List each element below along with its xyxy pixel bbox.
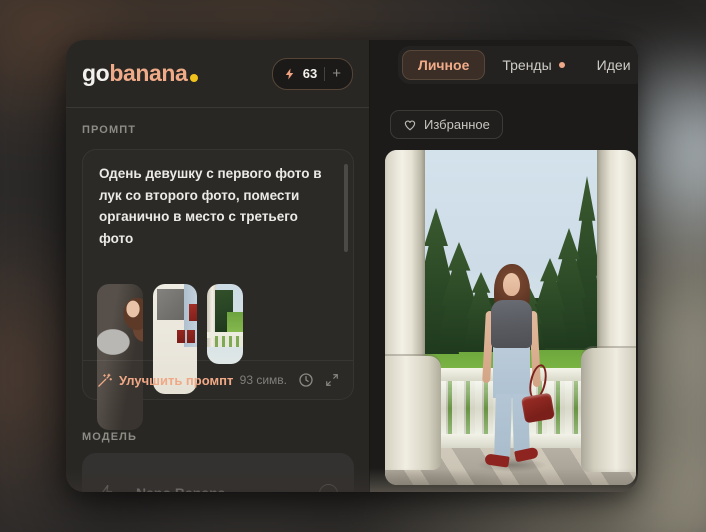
gallery-panel: Личное Тренды Идеи Избранное [370, 40, 638, 492]
gallery-tabs: Личное Тренды Идеи [398, 46, 638, 84]
trends-notification-dot [559, 62, 565, 68]
model-name: Nano Banana [136, 485, 225, 492]
header: gobanana 63 + [66, 40, 369, 108]
column-left [385, 150, 425, 362]
credits-divider [324, 67, 325, 81]
prompt-textarea[interactable]: Одень девушку с первого фото в лук со вт… [99, 163, 327, 249]
prompt-scrollbar[interactable] [344, 164, 348, 252]
prompt-section-label: ПРОМПТ [82, 124, 136, 136]
improve-prompt-label: Улучшить промпт [119, 373, 233, 388]
red-handbag [521, 393, 555, 424]
favorites-label: Избранное [424, 117, 490, 132]
person-leg-left [494, 394, 512, 458]
model-option-nano-banana[interactable]: Nano Banana [82, 453, 354, 492]
composer-panel: gobanana 63 + ПРОМПТ Одень девушку с пер… [66, 40, 370, 492]
tab-ideas[interactable]: Идеи [582, 51, 638, 79]
prompt-card: Одень девушку с первого фото в лук со вт… [82, 149, 354, 400]
heart-icon [403, 118, 417, 131]
tab-personal[interactable]: Личное [402, 50, 485, 80]
tab-personal-label: Личное [418, 57, 469, 73]
column-right-base [581, 348, 636, 472]
column-left-base [385, 356, 441, 470]
prompt-footer: Улучшить промпт 93 симв. [83, 361, 353, 399]
person-face [503, 273, 520, 296]
attachment-thumbnail-selfie[interactable] [97, 284, 143, 430]
tab-trends[interactable]: Тренды [487, 51, 579, 79]
logo-dot [190, 74, 198, 82]
lightning-icon [284, 67, 296, 81]
app-logo: gobanana [82, 60, 198, 87]
credits-pill[interactable]: 63 + [272, 58, 353, 90]
logo-prefix: go [82, 60, 109, 87]
column-right [597, 150, 636, 355]
expand-icon[interactable] [325, 373, 339, 387]
tab-trends-label: Тренды [502, 57, 551, 73]
char-count: 93 симв. [240, 373, 287, 387]
tab-ideas-label: Идеи [597, 57, 631, 73]
result-photo[interactable] [385, 150, 636, 485]
history-clock-icon[interactable] [298, 372, 314, 388]
attachment-thumbnail-location[interactable] [207, 284, 243, 364]
lightning-outline-icon [98, 483, 116, 492]
model-section-label: МОДЕЛЬ [82, 431, 137, 443]
magic-wand-icon [97, 373, 112, 388]
improve-prompt-button[interactable]: Улучшить промпт [97, 373, 233, 388]
favorites-button[interactable]: Избранное [390, 110, 503, 139]
add-credits-button[interactable]: + [332, 66, 341, 81]
attached-images [97, 284, 243, 430]
logo-brand: banana [109, 60, 187, 87]
app-window: gobanana 63 + ПРОМПТ Одень девушку с пер… [66, 40, 638, 492]
credits-count: 63 [303, 66, 317, 81]
person-jeans [493, 342, 530, 398]
person-top [491, 300, 532, 348]
screen: gobanana 63 + ПРОМПТ Одень девушку с пер… [0, 0, 706, 532]
model-radio[interactable] [319, 484, 338, 493]
